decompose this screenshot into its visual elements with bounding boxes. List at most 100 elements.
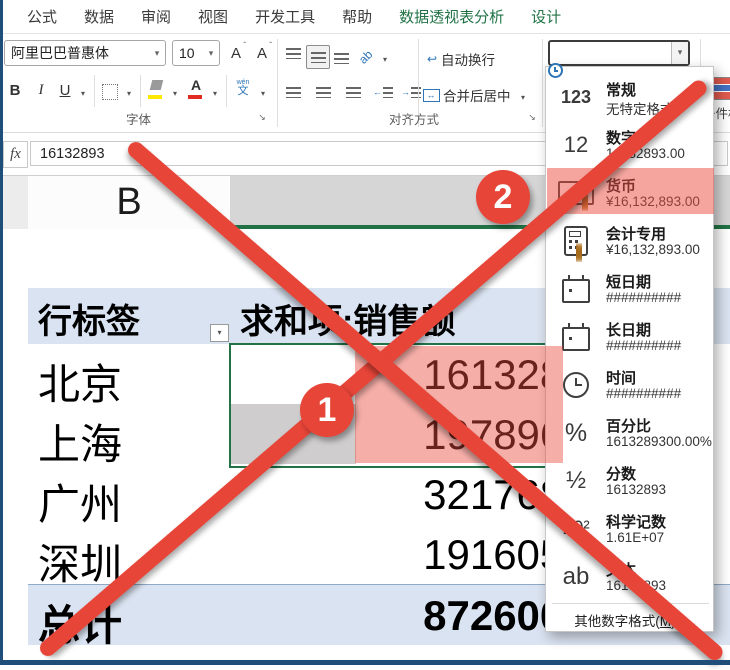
format-title: 科学记数 (606, 511, 666, 532)
orientation-icon: ab (356, 47, 375, 66)
menu-review[interactable]: 审阅 (141, 6, 171, 27)
format-title: 会计专用 (606, 223, 666, 244)
grow-font-button[interactable]: A ˆ (224, 41, 248, 65)
align-middle-button[interactable] (306, 45, 330, 69)
merge-center-button[interactable]: 合并后居中 (443, 85, 511, 105)
menu-formulas[interactable]: 公式 (27, 6, 57, 27)
menu-help[interactable]: 帮助 (342, 6, 372, 27)
alignment-dialog-launcher-icon[interactable]: ↘ (526, 111, 538, 123)
format-title: 短日期 (606, 271, 651, 292)
fill-color-button[interactable] (146, 76, 166, 100)
increase-indent-icon (411, 87, 421, 98)
fill-color-dropdown[interactable]: ▾ (168, 81, 182, 105)
font-group-label: 字体 (0, 109, 277, 128)
wrap-return-glyph: ↩ (427, 52, 437, 66)
grow-font-letter: A (231, 45, 241, 62)
italic-button[interactable]: I (30, 78, 52, 102)
chevron-down-icon[interactable]: ▾ (203, 48, 219, 59)
chevron-down-icon[interactable]: ▾ (671, 42, 688, 64)
format-option-accounting[interactable]: 会计专用 ¥16,132,893.00 (548, 217, 709, 265)
general-glyph: 123 (561, 87, 591, 108)
annotation-step-1-badge: 1 (300, 383, 354, 437)
menu-pivottable-analyze[interactable]: 数据透视表分析 (399, 6, 504, 27)
indent-left-arrow-icon: ← (373, 87, 382, 97)
chevron-down-icon: ▾ (81, 89, 85, 98)
merge-center-dropdown[interactable]: ▾ (516, 85, 530, 109)
align-left-button[interactable] (282, 81, 304, 103)
wrap-text-button[interactable]: 自动换行 (441, 49, 495, 69)
align-right-icon (346, 87, 361, 98)
wrap-text-icon: ↩ (423, 47, 441, 71)
merge-center-icon: ↔ (422, 83, 440, 107)
filter-dropdown-button[interactable]: ▾ (210, 324, 229, 342)
chevron-down-icon: ▾ (213, 89, 217, 98)
borders-icon (102, 84, 118, 100)
indent-right-arrow-icon: → (401, 87, 410, 97)
number-12-icon: 12 (552, 121, 600, 169)
menu-view[interactable]: 视图 (198, 6, 228, 27)
row-labels-header: 行标签 (38, 294, 140, 343)
chevron-down-icon: ▾ (383, 55, 387, 64)
window-bottom-border (0, 660, 730, 665)
format-option-short-date[interactable]: 短日期 ########## (548, 265, 709, 313)
calculator-coins-icon (552, 217, 600, 265)
format-preview: 1613289300.00% (606, 434, 712, 449)
format-option-fraction[interactable]: ½ 分数 16132893 (548, 457, 709, 505)
calendar-icon (552, 265, 600, 313)
format-preview: 16132893 (606, 482, 666, 497)
column-header-a[interactable] (3, 176, 29, 229)
caret-down-icon: ˇ (269, 41, 272, 50)
font-dialog-launcher-icon[interactable]: ↘ (256, 111, 268, 123)
font-name-combo[interactable]: 阿里巴巴普惠体 ▾ (4, 40, 166, 66)
font-color-dropdown[interactable]: ▾ (208, 81, 222, 105)
format-title: 百分比 (606, 415, 651, 436)
font-size-combo[interactable]: 10 ▾ (172, 40, 220, 66)
formula-value: 16132893 (40, 146, 105, 162)
font-color-button[interactable]: A (186, 76, 206, 100)
step-2-number: 2 (494, 178, 513, 217)
format-preview: ########## (606, 338, 681, 353)
align-bottom-button[interactable] (330, 45, 352, 67)
merge-arrows-glyph: ↔ (423, 89, 440, 102)
align-right-button[interactable] (342, 81, 364, 103)
underline-dropdown[interactable]: ▾ (76, 81, 90, 105)
menu-design[interactable]: 设计 (531, 6, 561, 27)
mini-clock-icon (548, 63, 563, 78)
format-option-long-date[interactable]: 长日期 ########## (548, 313, 709, 361)
general-123-icon: 123 (552, 73, 600, 121)
decrease-indent-icon (383, 87, 393, 98)
menu-bar: 公式 数据 审阅 视图 开发工具 帮助 数据透视表分析 设计 (0, 0, 730, 34)
bold-button[interactable]: B (4, 78, 26, 102)
phonetic-dropdown[interactable]: ▾ (256, 81, 270, 105)
row-label: 广州 (38, 471, 122, 532)
menu-developer[interactable]: 开发工具 (255, 6, 315, 27)
orientation-dropdown[interactable]: ▾ (378, 47, 392, 71)
borders-dropdown[interactable]: ▾ (122, 81, 136, 105)
fx-icon[interactable]: fx (3, 141, 28, 168)
phonetic-guide-button[interactable]: wén 文 (232, 76, 254, 100)
bold-icon: B (10, 82, 21, 99)
underline-button[interactable]: U (54, 78, 76, 102)
decrease-indent-button[interactable]: ← (372, 81, 394, 103)
column-b-letter: B (116, 181, 141, 224)
align-top-button[interactable] (282, 45, 304, 67)
align-center-button[interactable] (312, 81, 334, 103)
shrink-font-button[interactable]: A ˇ (250, 41, 274, 65)
chevron-down-icon: ▾ (127, 89, 131, 98)
number-format-combo[interactable]: ▾ (548, 40, 690, 66)
font-color-letter: A (191, 77, 201, 93)
borders-button[interactable] (100, 80, 120, 104)
window-left-border (0, 0, 3, 664)
row-label: 上海 (38, 411, 122, 472)
footer-pre: 其他数字格式( (574, 614, 660, 629)
orientation-button[interactable]: ab (354, 45, 378, 69)
format-preview: 1.61E+07 (606, 530, 664, 545)
chevron-down-icon[interactable]: ▾ (149, 48, 165, 59)
format-option-time[interactable]: 时间 ########## (548, 361, 709, 409)
chevron-down-icon: ▾ (521, 93, 525, 102)
format-option-percentage[interactable]: % 百分比 1613289300.00% (548, 409, 709, 457)
menu-data[interactable]: 数据 (84, 6, 114, 27)
chevron-down-icon: ▾ (261, 89, 265, 98)
align-bottom-icon (334, 53, 349, 64)
align-middle-icon (311, 52, 326, 63)
